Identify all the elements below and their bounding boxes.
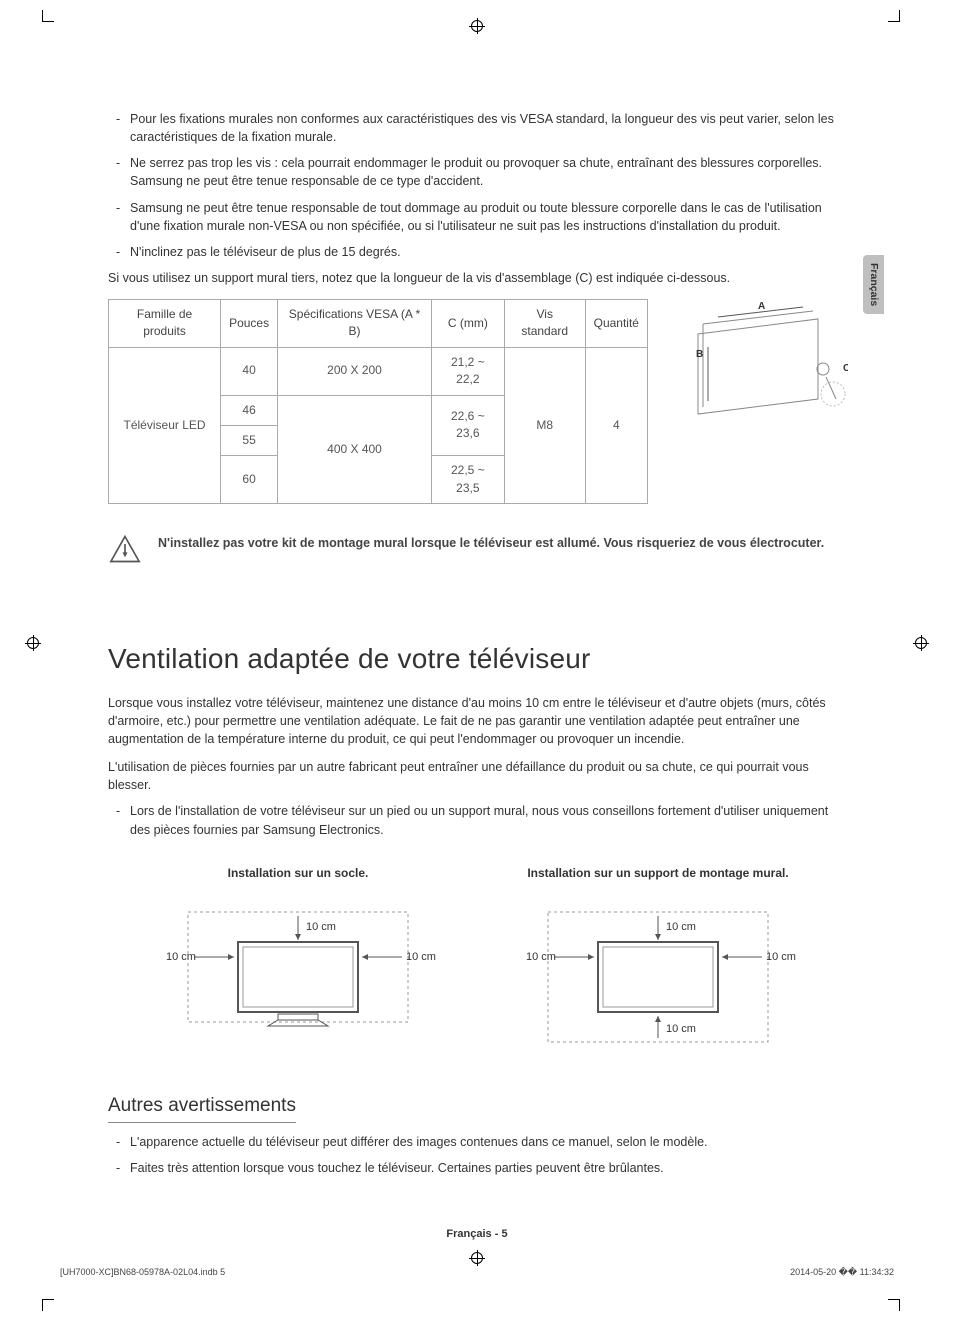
cell-vesa: 400 X 400 xyxy=(278,395,432,504)
cell-c: 22,5 ~ 23,5 xyxy=(431,456,504,504)
cell-inches: 46 xyxy=(221,395,278,425)
list-item: Samsung ne peut être tenue responsable d… xyxy=(108,199,848,235)
registration-mark-icon xyxy=(469,1250,485,1271)
registration-mark-icon xyxy=(913,635,929,656)
crop-mark xyxy=(42,10,54,22)
section-title-autres: Autres avertissements xyxy=(108,1092,296,1123)
list-item: Ne serrez pas trop les vis : cela pourra… xyxy=(108,154,848,190)
svg-text:10 cm: 10 cm xyxy=(766,951,796,963)
ventilation-bullets: Lors de l'installation de votre télévise… xyxy=(108,802,848,838)
page-number: Français - 5 xyxy=(0,1227,954,1243)
svg-text:A: A xyxy=(758,301,765,312)
cell-inches: 55 xyxy=(221,425,278,455)
paragraph: L'utilisation de pièces fournies par un … xyxy=(108,758,848,794)
list-item: Pour les fixations murales non conformes… xyxy=(108,110,848,146)
diagram-stand: Installation sur un socle. 10 cm 10 cm 1… xyxy=(148,865,448,1052)
svg-text:C: C xyxy=(843,363,848,374)
cell-qty: 4 xyxy=(585,347,647,503)
cell-vesa: 200 X 200 xyxy=(278,347,432,395)
list-item: Lors de l'installation de votre télévise… xyxy=(108,802,848,838)
crop-mark xyxy=(42,1299,54,1311)
page-content: Pour les fixations murales non conformes… xyxy=(108,110,848,1185)
top-bullet-list: Pour les fixations murales non conformes… xyxy=(108,110,848,261)
list-item: L'apparence actuelle du téléviseur peut … xyxy=(108,1133,848,1151)
registration-mark-icon xyxy=(25,635,41,656)
autres-list: L'apparence actuelle du téléviseur peut … xyxy=(108,1133,848,1177)
vesa-diagram: A B C xyxy=(668,299,848,434)
svg-text:10 cm: 10 cm xyxy=(306,921,336,933)
cell-c: 21,2 ~ 22,2 xyxy=(431,347,504,395)
cell-c: 22,6 ~ 23,6 xyxy=(431,395,504,456)
list-item: Faites très attention lorsque vous touch… xyxy=(108,1159,848,1177)
svg-text:B: B xyxy=(696,349,703,360)
svg-text:10 cm: 10 cm xyxy=(406,951,436,963)
cell-inches: 60 xyxy=(221,456,278,504)
svg-text:10 cm: 10 cm xyxy=(166,951,196,963)
th-inches: Pouces xyxy=(221,300,278,348)
crop-mark xyxy=(888,10,900,22)
footer-file: [UH7000-XC]BN68-05978A-02L04.indb 5 xyxy=(60,1266,225,1279)
svg-text:10 cm: 10 cm xyxy=(666,921,696,933)
note-text: Si vous utilisez un support mural tiers,… xyxy=(108,269,848,287)
warning-text: N'installez pas votre kit de montage mur… xyxy=(158,534,848,552)
svg-text:10 cm: 10 cm xyxy=(526,951,556,963)
language-tab: Français xyxy=(863,255,884,314)
cell-inches: 40 xyxy=(221,347,278,395)
warning-icon xyxy=(108,534,142,569)
registration-mark-icon xyxy=(469,18,485,39)
diagram-title: Installation sur un socle. xyxy=(148,865,448,882)
diagram-title: Installation sur un support de montage m… xyxy=(508,865,808,882)
cell-family: Téléviseur LED xyxy=(109,347,221,503)
th-screw: Vis standard xyxy=(504,300,585,348)
cell-screw: M8 xyxy=(504,347,585,503)
th-vesa: Spécifications VESA (A * B) xyxy=(278,300,432,348)
list-item: N'inclinez pas le téléviseur de plus de … xyxy=(108,243,848,261)
crop-mark xyxy=(888,1299,900,1311)
footer-timestamp: 2014-05-20 �� 11:34:32 xyxy=(790,1266,894,1279)
section-title-ventilation: Ventilation adaptée de votre téléviseur xyxy=(108,639,848,680)
diagram-wall: Installation sur un support de montage m… xyxy=(508,865,808,1052)
th-c: C (mm) xyxy=(431,300,504,348)
th-family: Famille de produits xyxy=(109,300,221,348)
th-qty: Quantité xyxy=(585,300,647,348)
spec-table: Famille de produits Pouces Spécification… xyxy=(108,299,648,504)
paragraph: Lorsque vous installez votre téléviseur,… xyxy=(108,694,848,748)
svg-text:10 cm: 10 cm xyxy=(666,1023,696,1035)
